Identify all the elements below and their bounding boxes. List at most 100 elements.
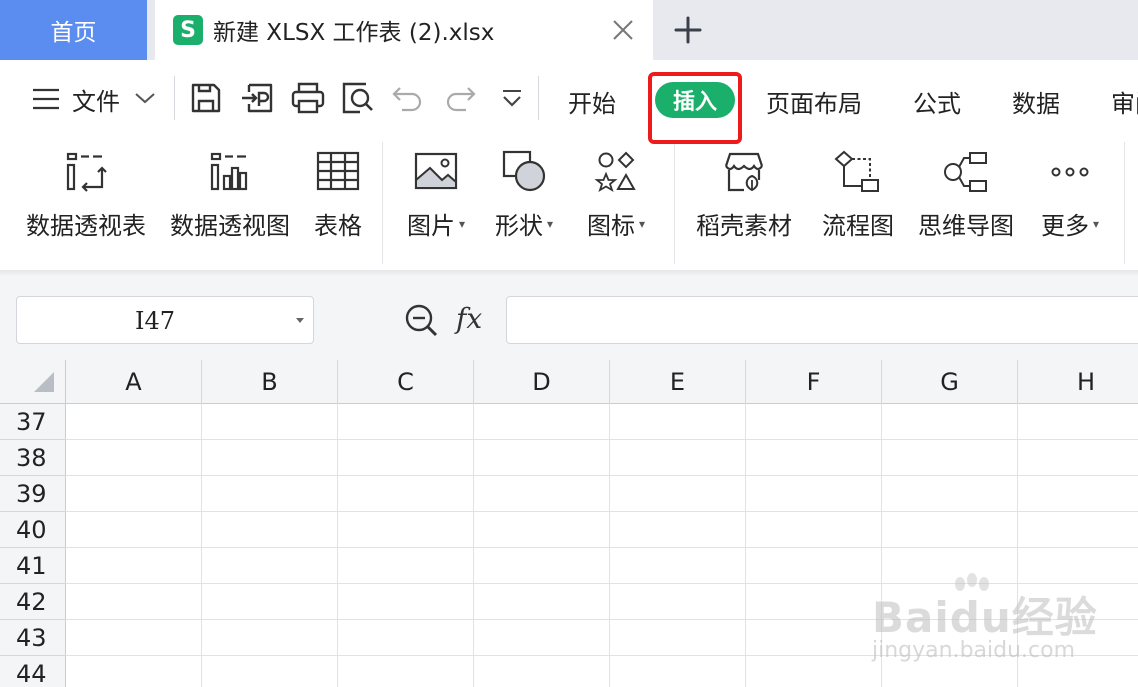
pivot-table-label: 数据透视表 <box>26 212 146 240</box>
new-tab-icon[interactable] <box>670 12 706 48</box>
cell-reference: I47 <box>134 307 176 335</box>
gridline <box>66 547 1138 548</box>
redo-icon[interactable] <box>442 80 478 116</box>
tab-home-label: 首页 <box>50 20 97 46</box>
gridline <box>745 404 746 687</box>
divider <box>382 142 383 264</box>
row-header-37[interactable]: 37 <box>0 404 66 440</box>
file-menu[interactable]: 文件 <box>72 82 120 117</box>
gridline <box>337 404 338 687</box>
spreadsheet-app-icon: S <box>173 15 203 45</box>
picture-button[interactable]: 图片 ▾ <box>398 136 474 270</box>
baidu-watermark: Baidu经验 jingyan.baidu.com <box>872 572 1097 672</box>
row-header-38[interactable]: 38 <box>0 440 66 476</box>
more-icon <box>1051 167 1089 177</box>
mindmap-button[interactable]: 思维导图 <box>914 136 1018 270</box>
pivot-chart-label: 数据透视图 <box>170 212 290 240</box>
icons-button[interactable]: 图标 ▾ <box>578 136 654 270</box>
column-header-d[interactable]: D <box>474 360 610 404</box>
docer-material-button[interactable]: 稻壳素材 <box>690 136 798 270</box>
row-header-39[interactable]: 39 <box>0 476 66 512</box>
divider <box>674 142 675 264</box>
more-button[interactable]: 更多 ▾ <box>1034 136 1106 270</box>
pivot-chart-button[interactable]: 数据透视图 <box>166 136 294 270</box>
tab-page-layout[interactable]: 页面布局 <box>766 84 862 119</box>
column-header-f[interactable]: F <box>746 360 882 404</box>
insert-tab-highlight <box>648 72 742 144</box>
tab-formulas[interactable]: 公式 <box>913 84 961 119</box>
column-header-g[interactable]: G <box>882 360 1018 404</box>
zoom-out-icon[interactable] <box>403 302 439 338</box>
formula-input[interactable] <box>506 296 1138 344</box>
export-pdf-icon[interactable] <box>240 80 276 116</box>
mindmap-label: 思维导图 <box>918 212 1014 240</box>
row-header-40[interactable]: 40 <box>0 512 66 548</box>
table-label: 表格 <box>314 212 362 240</box>
select-all-icon <box>34 372 54 392</box>
name-box[interactable]: I47 <box>16 296 314 344</box>
undo-icon[interactable] <box>390 80 426 116</box>
divider <box>1124 142 1125 264</box>
table-icon <box>316 151 360 191</box>
flowchart-button[interactable]: 流程图 <box>816 136 900 270</box>
column-header-a[interactable]: A <box>66 360 202 404</box>
shape-label: 形状 ▾ <box>494 212 554 240</box>
column-header-b[interactable]: B <box>202 360 338 404</box>
tab-home[interactable]: 首页 <box>0 0 147 60</box>
docer-material-icon <box>724 152 764 192</box>
gridline <box>66 439 1138 440</box>
column-header-h[interactable]: H <box>1018 360 1138 404</box>
pivot-chart-icon <box>210 152 248 191</box>
column-header-c[interactable]: C <box>338 360 474 404</box>
gridline <box>609 404 610 687</box>
row-header-42[interactable]: 42 <box>0 584 66 620</box>
pivot-table-button[interactable]: 数据透视表 <box>22 136 150 270</box>
picture-label: 图片 ▾ <box>406 212 466 240</box>
tab-bar: 首页 S 新建 XLSX 工作表 (2).xlsx <box>0 0 1138 60</box>
select-all-corner[interactable] <box>0 360 66 404</box>
icons-icon <box>594 151 636 192</box>
row-header-43[interactable]: 43 <box>0 620 66 656</box>
row-header-44[interactable]: 44 <box>0 656 66 687</box>
gridline <box>66 511 1138 512</box>
pivot-table-icon <box>66 152 107 192</box>
table-button[interactable]: 表格 <box>306 136 370 270</box>
flowchart-icon <box>834 150 879 192</box>
picture-icon <box>414 152 458 190</box>
print-preview-icon[interactable] <box>340 80 376 116</box>
tab-document[interactable]: S 新建 XLSX 工作表 (2).xlsx <box>155 0 653 60</box>
save-icon[interactable] <box>188 80 224 116</box>
column-header-row: A B C D E F G H <box>0 360 1138 404</box>
gridline <box>473 404 474 687</box>
dropdown-caret-icon[interactable] <box>295 317 305 325</box>
watermark-brand: Baidu经验 <box>872 593 1098 642</box>
watermark-url: jingyan.baidu.com <box>872 638 1076 663</box>
docer-material-label: 稻壳素材 <box>696 212 792 240</box>
ribbon-insert-panel: 数据透视表 数据透视图 表格 图片 ▾ 形状 ▾ 图标 ▾ 稻壳素材 流程图 思… <box>0 136 1138 270</box>
column-header-e[interactable]: E <box>610 360 746 404</box>
chevron-down-icon[interactable] <box>134 90 156 106</box>
divider <box>538 76 539 120</box>
icons-label: 图标 ▾ <box>586 212 646 240</box>
mindmap-icon <box>944 152 987 192</box>
hamburger-icon[interactable] <box>32 88 60 110</box>
close-tab-icon[interactable] <box>611 18 635 42</box>
divider <box>174 76 175 120</box>
gridline <box>66 475 1138 476</box>
tab-data[interactable]: 数据 <box>1012 84 1060 119</box>
tab-home-ribbon[interactable]: 开始 <box>568 84 616 119</box>
print-icon[interactable] <box>290 80 326 116</box>
fx-icon[interactable]: fx <box>456 302 482 335</box>
menu-bar: 文件 开始 插入 页面布局 公式 数据 审 <box>0 60 1138 136</box>
tab-review[interactable]: 审阅 <box>1111 84 1138 119</box>
shape-button[interactable]: 形状 ▾ <box>486 136 562 270</box>
flowchart-label: 流程图 <box>822 212 894 240</box>
shape-icon <box>502 150 546 192</box>
formula-bar: I47 fx <box>0 276 1138 360</box>
customize-toolbar-icon[interactable] <box>494 80 530 116</box>
gridline <box>201 404 202 687</box>
more-label: 更多 ▾ <box>1040 212 1100 240</box>
document-title: 新建 XLSX 工作表 (2).xlsx <box>213 20 495 46</box>
row-header-column: 37 38 39 40 41 42 43 44 <box>0 404 66 687</box>
row-header-41[interactable]: 41 <box>0 548 66 584</box>
